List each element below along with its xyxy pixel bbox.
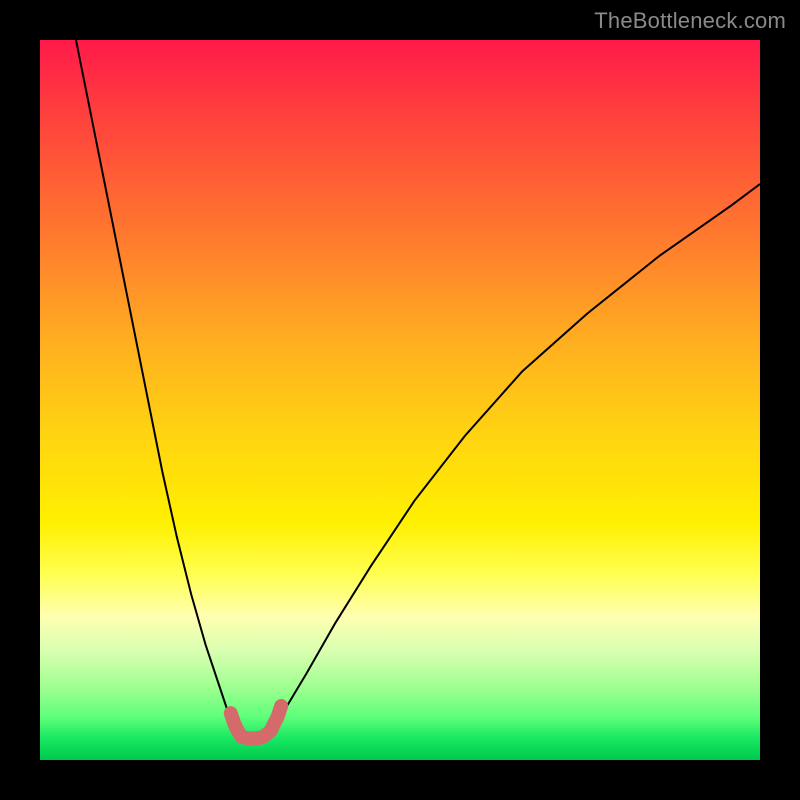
curve-left — [76, 40, 242, 731]
chart-frame: TheBottleneck.com — [0, 0, 800, 800]
curve-right — [270, 184, 760, 731]
plot-area — [40, 40, 760, 760]
curve-layer — [40, 40, 760, 760]
curve-min-marker — [231, 706, 281, 738]
watermark-text: TheBottleneck.com — [594, 8, 786, 34]
